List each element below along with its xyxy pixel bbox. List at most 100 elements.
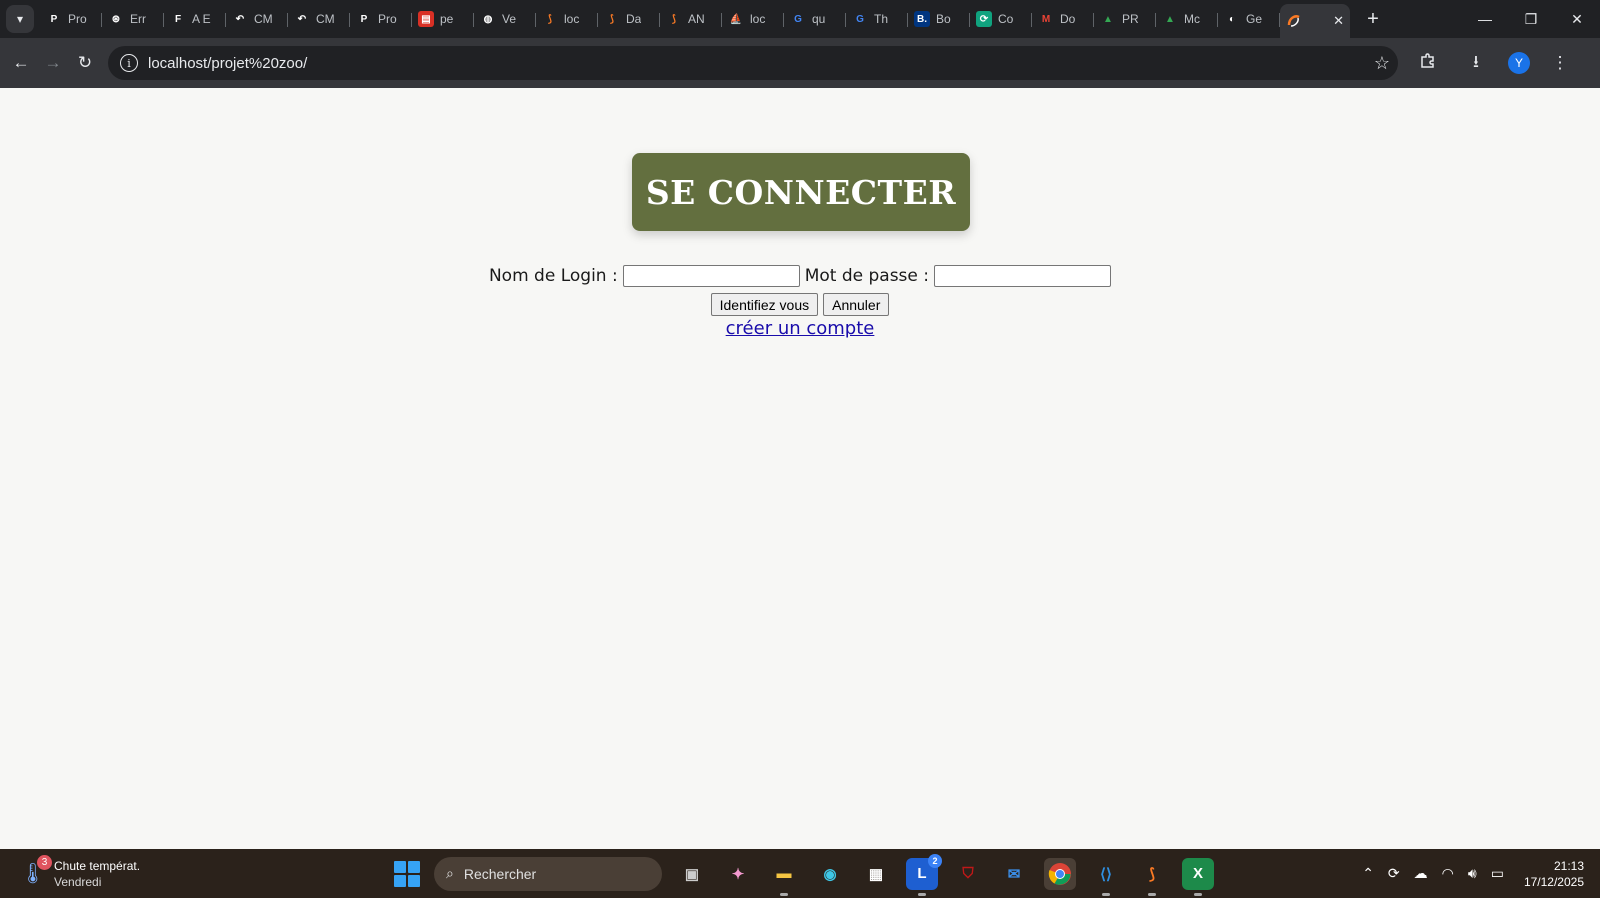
tab[interactable]: ⛵ loc <box>722 4 784 34</box>
toolbar-right: ⭳ Y ⋮ <box>1412 47 1592 79</box>
password-input[interactable] <box>934 265 1112 287</box>
volume-icon[interactable]: 🔊︎ <box>1468 865 1477 882</box>
google-icon: G <box>852 11 868 27</box>
close-icon[interactable]: ✕ <box>1333 13 1344 29</box>
weather-subtitle: Vendredi <box>54 874 102 889</box>
tab-active[interactable]: ✕ <box>1280 4 1350 38</box>
xampp-icon <box>1286 13 1302 29</box>
excel-icon[interactable]: X <box>1182 857 1214 896</box>
tab-search-button[interactable]: ▾ <box>6 5 34 33</box>
tab-label: Bo <box>936 12 951 26</box>
tab[interactable]: P Pro <box>350 4 412 34</box>
clock-time: 21:13 <box>1553 858 1584 873</box>
taskbar-search[interactable]: ⌕ Rechercher <box>434 856 662 891</box>
tab[interactable]: ↶ CM <box>288 4 350 34</box>
mcafee-icon[interactable]: ⛉ <box>952 858 984 890</box>
outlook-lite-icon[interactable]: L 2 <box>906 853 942 896</box>
sync-icon[interactable]: ⟳ <box>1388 865 1400 882</box>
tab-label: Pro <box>378 12 397 26</box>
close-window-icon[interactable]: ✕ <box>1554 0 1600 38</box>
form-buttons: Identifiez vous Annuler <box>0 293 1600 316</box>
tab[interactable]: ↶ CM <box>226 4 288 34</box>
star-icon[interactable]: ☆ <box>1374 53 1390 74</box>
clock[interactable]: 21:13 17/12/2025 <box>1524 858 1584 890</box>
address-bar[interactable]: i localhost/projet%20zoo/ ☆ <box>108 46 1398 80</box>
tab[interactable]: M Do <box>1032 4 1094 34</box>
extensions-button[interactable] <box>1412 47 1444 79</box>
tab[interactable]: ◍ Ve <box>474 4 536 34</box>
edge-icon[interactable]: ◉ <box>814 858 846 890</box>
downloads-button[interactable]: ⭳ <box>1460 47 1492 79</box>
arrow-right-icon: → <box>44 53 62 72</box>
taskbar: 🌡 3 Chute températ. Vendredi ⌕ Recherche… <box>0 849 1600 898</box>
outlook-icon[interactable]: ✉ <box>998 858 1030 890</box>
tab[interactable]: ▲ PR <box>1094 4 1156 34</box>
store-icon[interactable]: ▦ <box>860 858 892 890</box>
forward-button[interactable]: → <box>40 47 66 79</box>
login-input[interactable] <box>622 265 800 287</box>
windows-start-icon[interactable] <box>394 860 420 887</box>
tab[interactable]: ◐ Ge <box>1218 4 1280 34</box>
battery-icon[interactable]: ▭ <box>1491 865 1504 882</box>
onedrive-icon[interactable]: ☁ <box>1414 865 1428 882</box>
tab-label: Da <box>626 12 642 26</box>
restore-icon[interactable]: ❐ <box>1508 0 1554 38</box>
tab-label: Err <box>130 12 146 26</box>
cancel-button[interactable]: Annuler <box>823 293 890 316</box>
drive-icon: ▲ <box>1162 11 1178 27</box>
weather-widget[interactable]: 🌡 3 Chute températ. Vendredi <box>20 854 380 890</box>
new-tab-button[interactable]: + <box>1358 8 1388 31</box>
menu-button[interactable]: ⋮ <box>1544 47 1576 79</box>
address-bar-url[interactable]: localhost/projet%20zoo/ <box>148 55 1374 72</box>
google-icon: G <box>790 11 806 27</box>
profile-avatar[interactable]: Y <box>1508 52 1530 74</box>
tab[interactable]: ⟆ AN <box>660 4 722 34</box>
tab-label: Do <box>1060 12 1076 26</box>
tab-label: loc <box>750 12 766 26</box>
back-button[interactable]: ← <box>8 47 34 79</box>
tab[interactable]: G Th <box>846 4 908 34</box>
tab[interactable]: B. Bo <box>908 4 970 34</box>
copilot-icon[interactable]: ✦ <box>722 858 754 890</box>
tab[interactable]: ⟆ loc <box>536 4 598 34</box>
login-label: Nom de Login : <box>488 266 618 286</box>
create-account-link[interactable]: créer un compte <box>726 318 875 339</box>
pdf-icon: ▤ <box>418 11 434 27</box>
reload-button[interactable]: ↻ <box>72 47 98 79</box>
chrome-icon[interactable] <box>1044 857 1076 890</box>
chevron-up-icon[interactable]: ⌃ <box>1362 865 1374 882</box>
weather-text: Chute températ. Vendredi <box>54 858 140 890</box>
openai-icon: ⊛ <box>108 11 124 27</box>
submit-button[interactable]: Identifiez vous <box>710 293 819 316</box>
tab[interactable]: ⟆ Da <box>598 4 660 34</box>
tab[interactable]: Gqu <box>784 4 846 34</box>
weather-title: Chute températ. <box>54 858 141 873</box>
tab-label: CM <box>316 12 335 26</box>
tab-label: Mc <box>1184 12 1200 26</box>
tab[interactable]: ⊛ Err <box>102 4 164 34</box>
task-view-icon[interactable]: ▣ <box>676 858 708 890</box>
tab[interactable]: ⟳ Co <box>970 4 1032 34</box>
undo-icon: ↶ <box>232 11 248 27</box>
search-icon: ⌕ <box>446 865 454 881</box>
xampp-taskbar-icon[interactable]: ⟆ <box>1136 858 1168 896</box>
window-controls: — ❐ ✕ <box>1462 0 1600 38</box>
xampp-icon: ⟆ <box>666 11 682 27</box>
vscode-icon[interactable]: ⟨⟩ <box>1090 858 1122 896</box>
file-explorer-icon[interactable]: ▬ <box>768 858 800 896</box>
info-icon[interactable]: i <box>120 54 138 72</box>
minimize-icon[interactable]: — <box>1462 0 1508 38</box>
tab[interactable]: ▤ pe <box>412 4 474 34</box>
tab-label: Th <box>874 12 889 26</box>
tab[interactable]: FA E <box>164 4 226 34</box>
credentials-row: Nom de Login : Mot de passe : <box>0 263 1600 289</box>
arrow-left-icon: ← <box>12 53 30 72</box>
chevron-down-icon: ▾ <box>16 12 24 26</box>
tab-label: Ge <box>1246 12 1263 26</box>
tab[interactable]: P Pro <box>40 4 102 34</box>
xampp-icon: ⟆ <box>542 11 558 27</box>
tab-label: Pro <box>68 12 87 26</box>
tab[interactable]: ▲ Mc <box>1156 4 1218 34</box>
wifi-icon[interactable]: ◠ <box>1442 865 1454 882</box>
tab-label: qu <box>812 12 826 26</box>
